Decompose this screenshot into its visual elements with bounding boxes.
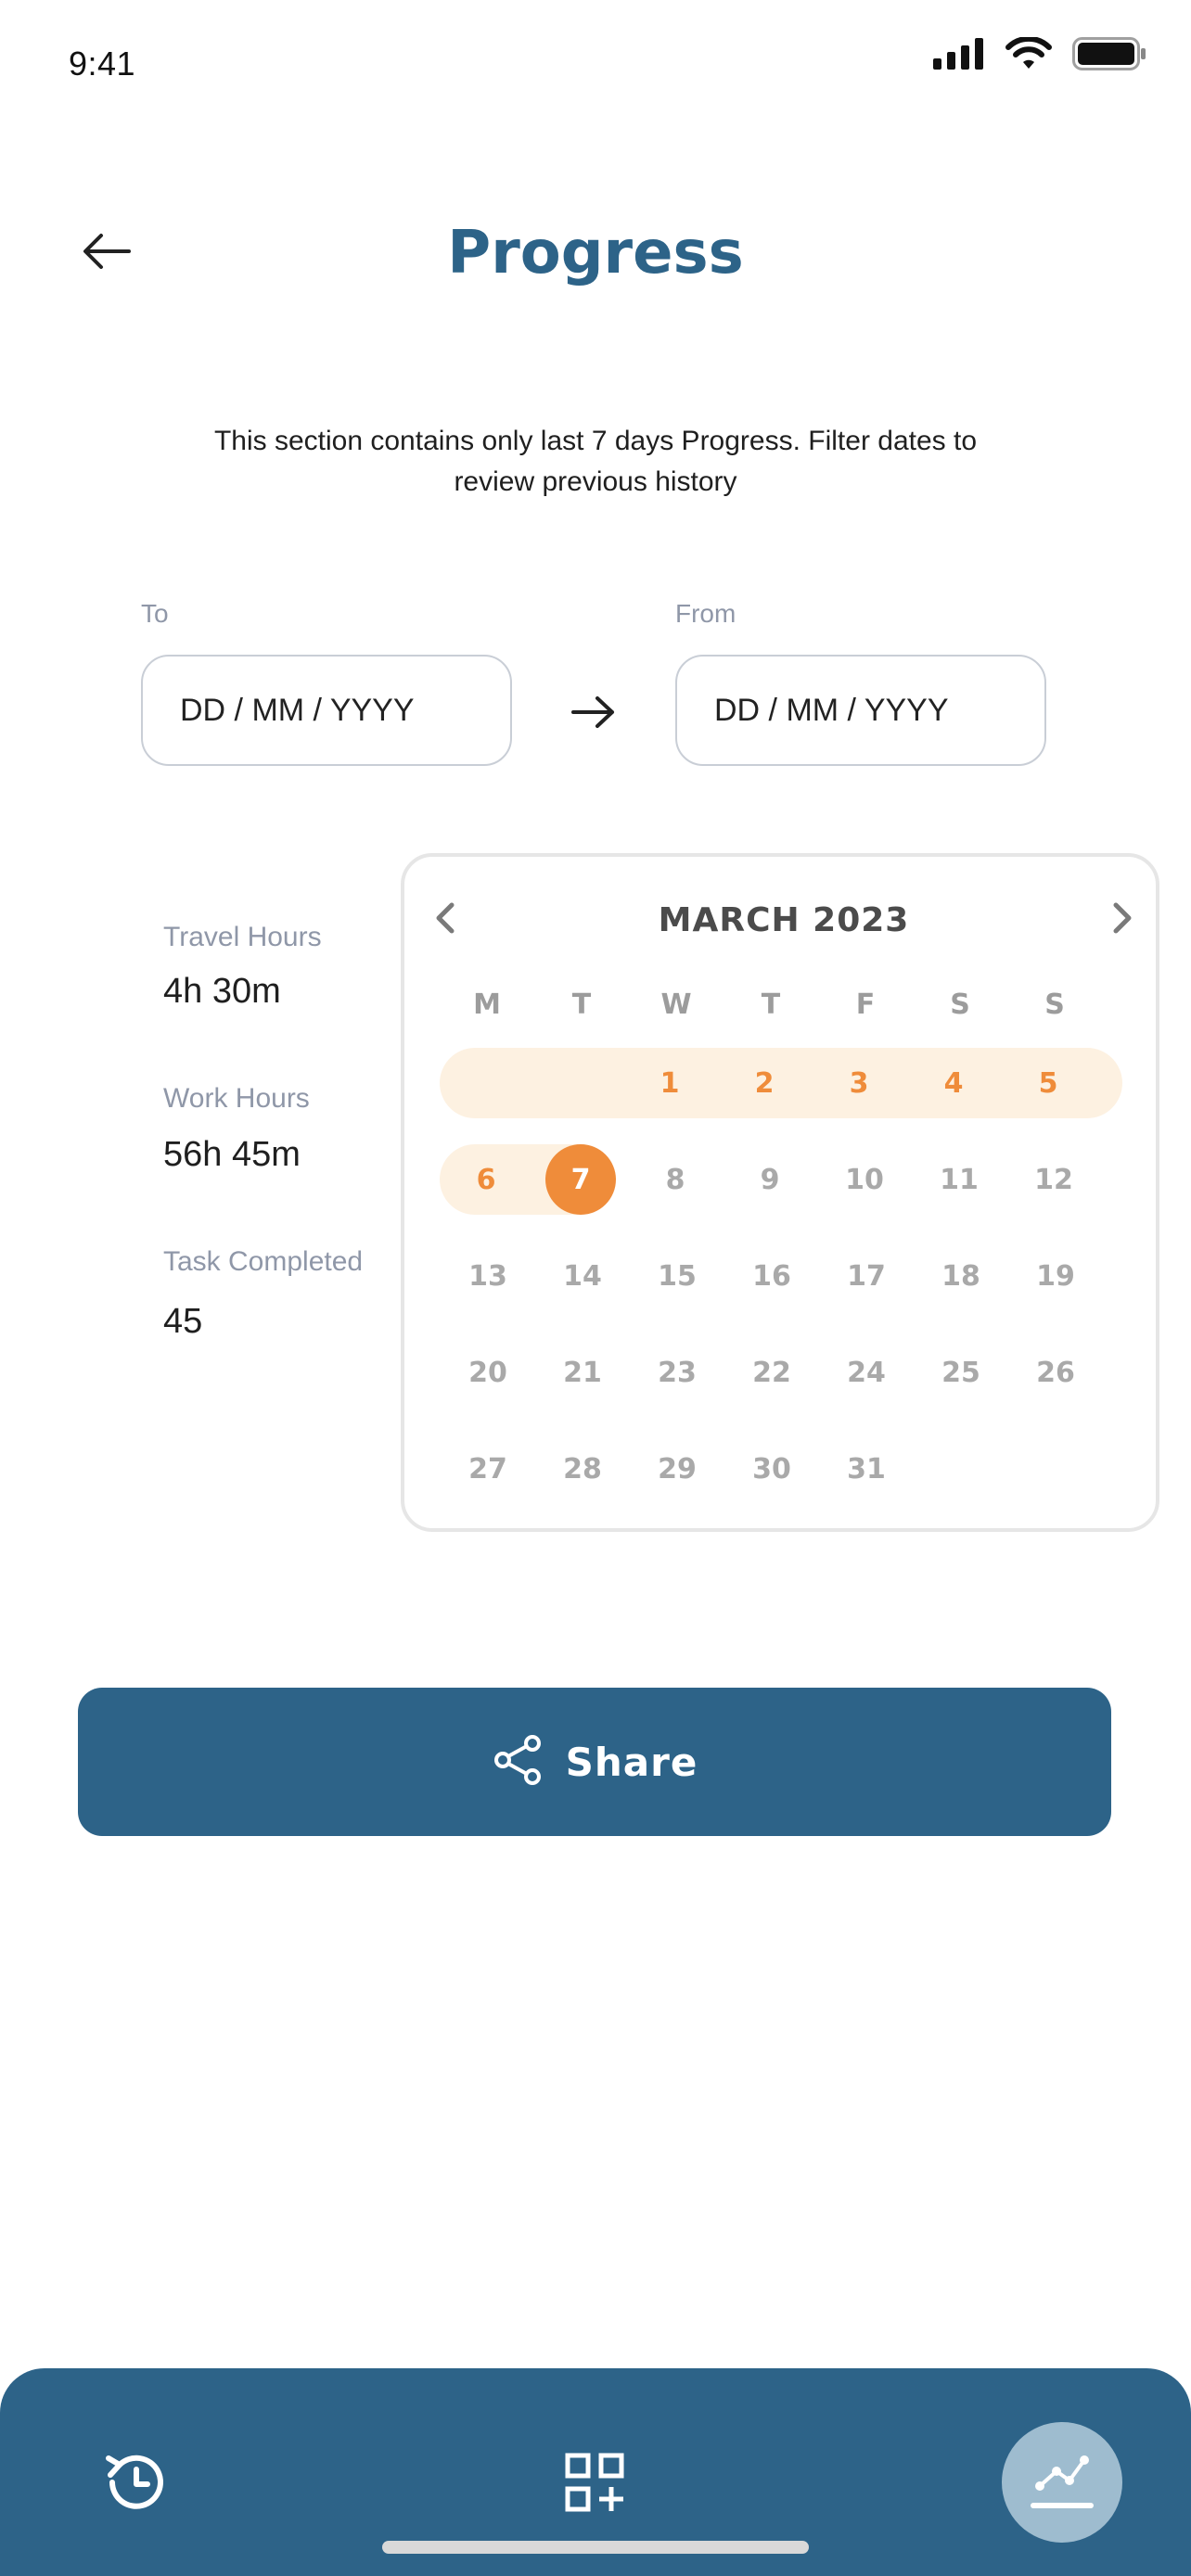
history-icon [99,2447,170,2522]
calendar-next-button[interactable] [1102,899,1143,940]
calendar-day[interactable]: 10 [829,1144,900,1215]
calendar-day[interactable]: 22 [736,1337,807,1408]
calendar-day[interactable]: 15 [642,1241,712,1311]
calendar-day[interactable]: 1 [634,1048,705,1118]
calendar-day[interactable]: 24 [831,1337,902,1408]
nav-add-widget[interactable] [553,2442,636,2526]
calendar-day[interactable]: 28 [547,1434,618,1504]
wifi-icon [1005,35,1052,75]
travel-hours-value: 4h 30m [163,972,281,1011]
weekday-label: F [855,988,876,1021]
calendar-day[interactable]: 26 [1020,1337,1091,1408]
calendar-day-selected[interactable]: 7 [545,1144,616,1215]
page-title: Progress [447,219,744,287]
calendar-day[interactable]: 12 [1018,1144,1089,1215]
calendar-day[interactable]: 14 [547,1241,618,1311]
calendar-day[interactable]: 18 [926,1241,996,1311]
weekday-label: M [473,988,501,1021]
share-button[interactable]: Share [78,1688,1111,1836]
status-time: 9:41 [69,45,136,83]
work-hours-label: Work Hours [163,1083,310,1114]
calendar-day[interactable]: 23 [642,1337,712,1408]
nav-history[interactable] [93,2442,176,2526]
calendar-day[interactable]: 13 [453,1241,523,1311]
from-date-label: From [675,599,736,628]
weekday-label: T [761,988,781,1021]
calendar-day[interactable]: 16 [736,1241,807,1311]
calendar-day[interactable]: 25 [926,1337,996,1408]
calendar-day[interactable]: 17 [831,1241,902,1311]
calendar-day[interactable]: 4 [918,1048,989,1118]
to-date-field[interactable]: DD / MM / YYYY [141,655,512,766]
battery-icon [1072,37,1146,75]
calendar-day[interactable]: 21 [547,1337,618,1408]
chevron-right-icon [1112,902,1133,938]
share-button-label: Share [565,1739,698,1785]
progress-chart-icon [1031,2451,1094,2515]
travel-hours-label: Travel Hours [163,922,322,952]
calendar-day[interactable]: 20 [453,1337,523,1408]
home-indicator [382,2541,809,2554]
weekday-label: S [950,988,970,1021]
calendar-day[interactable]: 8 [640,1144,711,1215]
to-date-label: To [141,599,169,628]
weekday-label: S [1044,988,1065,1021]
page-description: This section contains only last 7 days P… [213,426,978,497]
calendar-day[interactable]: 30 [736,1434,807,1504]
calendar-day[interactable]: 9 [735,1144,805,1215]
calendar-day[interactable]: 11 [924,1144,994,1215]
work-hours-value: 56h 45m [163,1135,301,1174]
from-date-field[interactable]: DD / MM / YYYY [675,655,1046,766]
calendar-day[interactable]: 3 [824,1048,894,1118]
calendar-day[interactable]: 29 [642,1434,712,1504]
calendar-day[interactable]: 31 [831,1434,902,1504]
calendar: MARCH 2023 M T W T F S S 1 2 3 4 5 6 7 8… [401,853,1159,1532]
calendar-day[interactable]: 5 [1013,1048,1083,1118]
status-icons [933,35,1146,75]
calendar-month-title: MARCH 2023 [658,901,910,939]
calendar-day[interactable]: 19 [1020,1241,1091,1311]
cellular-signal-icon [933,38,985,74]
calendar-day[interactable]: 27 [453,1434,523,1504]
weekday-label: W [660,988,692,1021]
task-completed-label: Task Completed [163,1246,364,1277]
share-icon [492,1734,544,1791]
calendar-day[interactable]: 6 [451,1144,521,1215]
add-widget-icon [565,2453,624,2517]
calendar-day[interactable]: 2 [729,1048,800,1118]
weekday-label: T [571,988,592,1021]
arrow-right-icon [570,694,618,735]
nav-progress[interactable] [1002,2422,1122,2543]
task-completed-value: 45 [163,1302,203,1341]
